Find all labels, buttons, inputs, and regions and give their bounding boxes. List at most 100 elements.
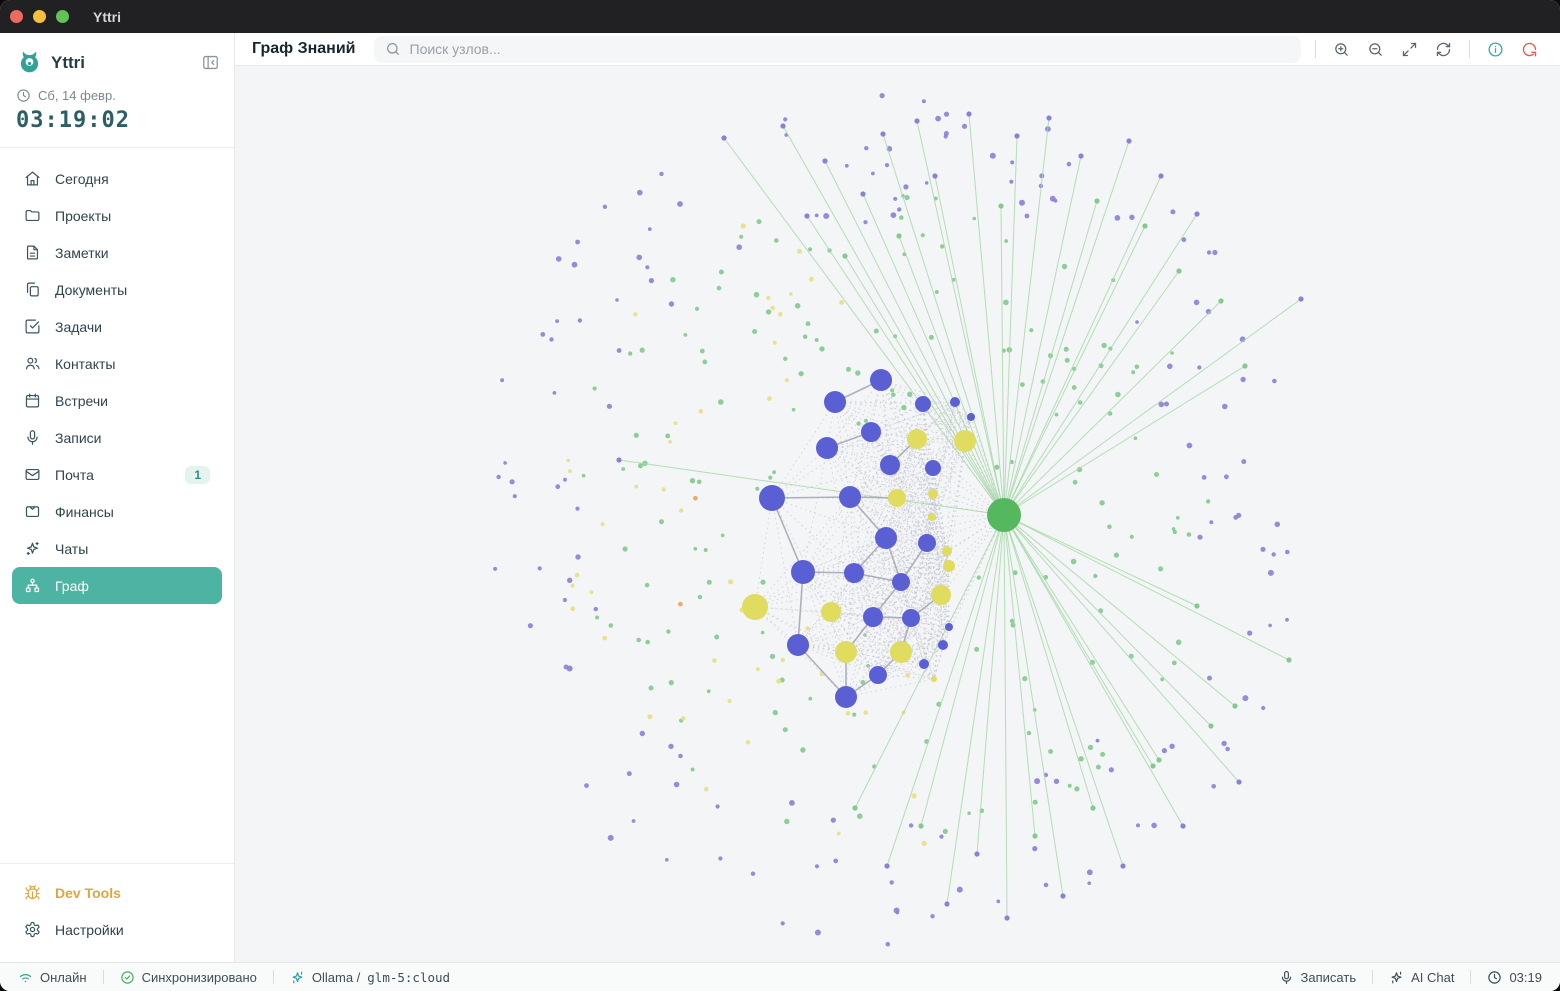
purple-dot[interactable]: [493, 566, 498, 571]
purple-dot[interactable]: [637, 189, 643, 196]
purple-dot[interactable]: [1181, 237, 1187, 243]
green-dot[interactable]: [1061, 263, 1068, 270]
yellow-dot[interactable]: [589, 590, 594, 595]
green-dot[interactable]: [644, 582, 650, 588]
purple-dot[interactable]: [750, 871, 756, 876]
purple-dot[interactable]: [1114, 215, 1121, 221]
purple-dot[interactable]: [889, 880, 894, 885]
purple-dot[interactable]: [956, 886, 963, 893]
purple-dot[interactable]: [1032, 846, 1038, 852]
edge-endpoint-node[interactable]: [1126, 138, 1132, 144]
graph-node-yellow[interactable]: [835, 641, 857, 663]
edge-endpoint-node[interactable]: [1208, 723, 1214, 729]
edge-endpoint-node[interactable]: [721, 135, 727, 141]
sidebar-item-finance[interactable]: Финансы: [12, 493, 222, 530]
purple-dot[interactable]: [863, 220, 868, 225]
yellow-dot[interactable]: [634, 484, 639, 489]
yellow-dot[interactable]: [755, 667, 760, 672]
green-dot[interactable]: [1175, 639, 1182, 646]
graph-node-blue[interactable]: [861, 422, 881, 442]
purple-dot[interactable]: [833, 858, 839, 864]
green-dot[interactable]: [940, 244, 945, 249]
yellow-dot[interactable]: [778, 312, 783, 317]
purple-dot[interactable]: [989, 152, 996, 159]
green-dot[interactable]: [772, 470, 776, 475]
green-dot[interactable]: [1020, 382, 1025, 387]
green-dot[interactable]: [621, 467, 626, 471]
purple-dot[interactable]: [1241, 459, 1247, 465]
green-dot[interactable]: [852, 712, 857, 717]
purple-dot[interactable]: [1268, 623, 1272, 628]
green-dot[interactable]: [1032, 799, 1038, 805]
green-dot[interactable]: [1100, 751, 1106, 757]
purple-dot[interactable]: [930, 914, 935, 919]
purple-dot[interactable]: [1193, 299, 1200, 306]
purple-dot[interactable]: [1043, 882, 1049, 888]
purple-dot[interactable]: [1222, 403, 1228, 410]
graph-node-yellow[interactable]: [890, 641, 912, 663]
green-dot[interactable]: [1009, 618, 1015, 624]
purple-dot[interactable]: [563, 477, 567, 482]
edge-endpoint-node[interactable]: [1232, 703, 1238, 709]
graph-node-yellow[interactable]: [931, 585, 951, 605]
green-dot[interactable]: [846, 366, 851, 372]
purple-dot[interactable]: [1169, 743, 1175, 749]
purple-dot[interactable]: [678, 753, 683, 759]
edge-endpoint-node[interactable]: [1032, 833, 1038, 839]
purple-dot[interactable]: [1151, 822, 1157, 829]
purple-dot[interactable]: [895, 910, 900, 915]
graph-node-blue[interactable]: [839, 486, 861, 508]
graph-node-blue[interactable]: [824, 391, 846, 413]
purple-dot[interactable]: [602, 204, 608, 209]
green-dot[interactable]: [1063, 346, 1069, 352]
yellow-dot[interactable]: [661, 487, 666, 492]
purple-dot[interactable]: [537, 566, 542, 571]
purple-dot[interactable]: [575, 506, 580, 511]
purple-dot[interactable]: [939, 834, 944, 839]
purple-dot[interactable]: [1197, 365, 1202, 370]
yellow-dot[interactable]: [566, 458, 570, 463]
edge-endpoint-node[interactable]: [1094, 198, 1100, 204]
green-dot[interactable]: [716, 285, 722, 291]
green-dot[interactable]: [1172, 529, 1177, 535]
purple-dot[interactable]: [908, 823, 914, 828]
yellow-dot[interactable]: [728, 579, 734, 585]
purple-dot[interactable]: [636, 254, 642, 261]
graph-node-blue[interactable]: [925, 460, 941, 476]
purple-dot[interactable]: [1024, 213, 1030, 219]
purple-dot[interactable]: [1009, 179, 1014, 184]
purple-dot[interactable]: [607, 834, 614, 841]
purple-dot[interactable]: [1285, 617, 1289, 622]
purple-dot[interactable]: [1271, 552, 1276, 557]
green-dot[interactable]: [689, 478, 696, 484]
edge-endpoint-node[interactable]: [1236, 779, 1242, 785]
graph-node-blue[interactable]: [835, 686, 857, 708]
yellow-dot[interactable]: [647, 714, 653, 720]
green-dot[interactable]: [1113, 552, 1119, 558]
purple-dot[interactable]: [1170, 209, 1176, 215]
green-dot[interactable]: [1003, 299, 1009, 306]
purple-dot[interactable]: [780, 921, 785, 926]
purple-dot[interactable]: [1201, 475, 1207, 480]
edge-endpoint-node[interactable]: [918, 823, 924, 829]
green-dot[interactable]: [1107, 524, 1112, 530]
green-dot[interactable]: [760, 579, 766, 585]
edge-endpoint-node[interactable]: [1158, 173, 1164, 179]
edge-endpoint-node[interactable]: [852, 805, 858, 811]
purple-dot[interactable]: [943, 131, 949, 136]
green-dot[interactable]: [808, 247, 813, 252]
sidebar-item-records[interactable]: Записи: [12, 419, 222, 456]
green-dot[interactable]: [976, 575, 981, 580]
yellow-dot[interactable]: [770, 305, 775, 311]
edge-endpoint-node[interactable]: [1142, 223, 1148, 229]
graph-node-blue[interactable]: [880, 455, 900, 475]
purple-dot[interactable]: [885, 941, 891, 947]
graph-node-blue[interactable]: [967, 413, 975, 421]
purple-dot[interactable]: [1261, 705, 1266, 711]
graph-node-yellow[interactable]: [954, 430, 976, 452]
green-dot[interactable]: [800, 747, 806, 753]
purple-dot[interactable]: [783, 117, 788, 122]
purple-dot[interactable]: [571, 261, 578, 268]
purple-dot[interactable]: [616, 348, 622, 353]
edge-endpoint-node[interactable]: [1090, 805, 1096, 811]
